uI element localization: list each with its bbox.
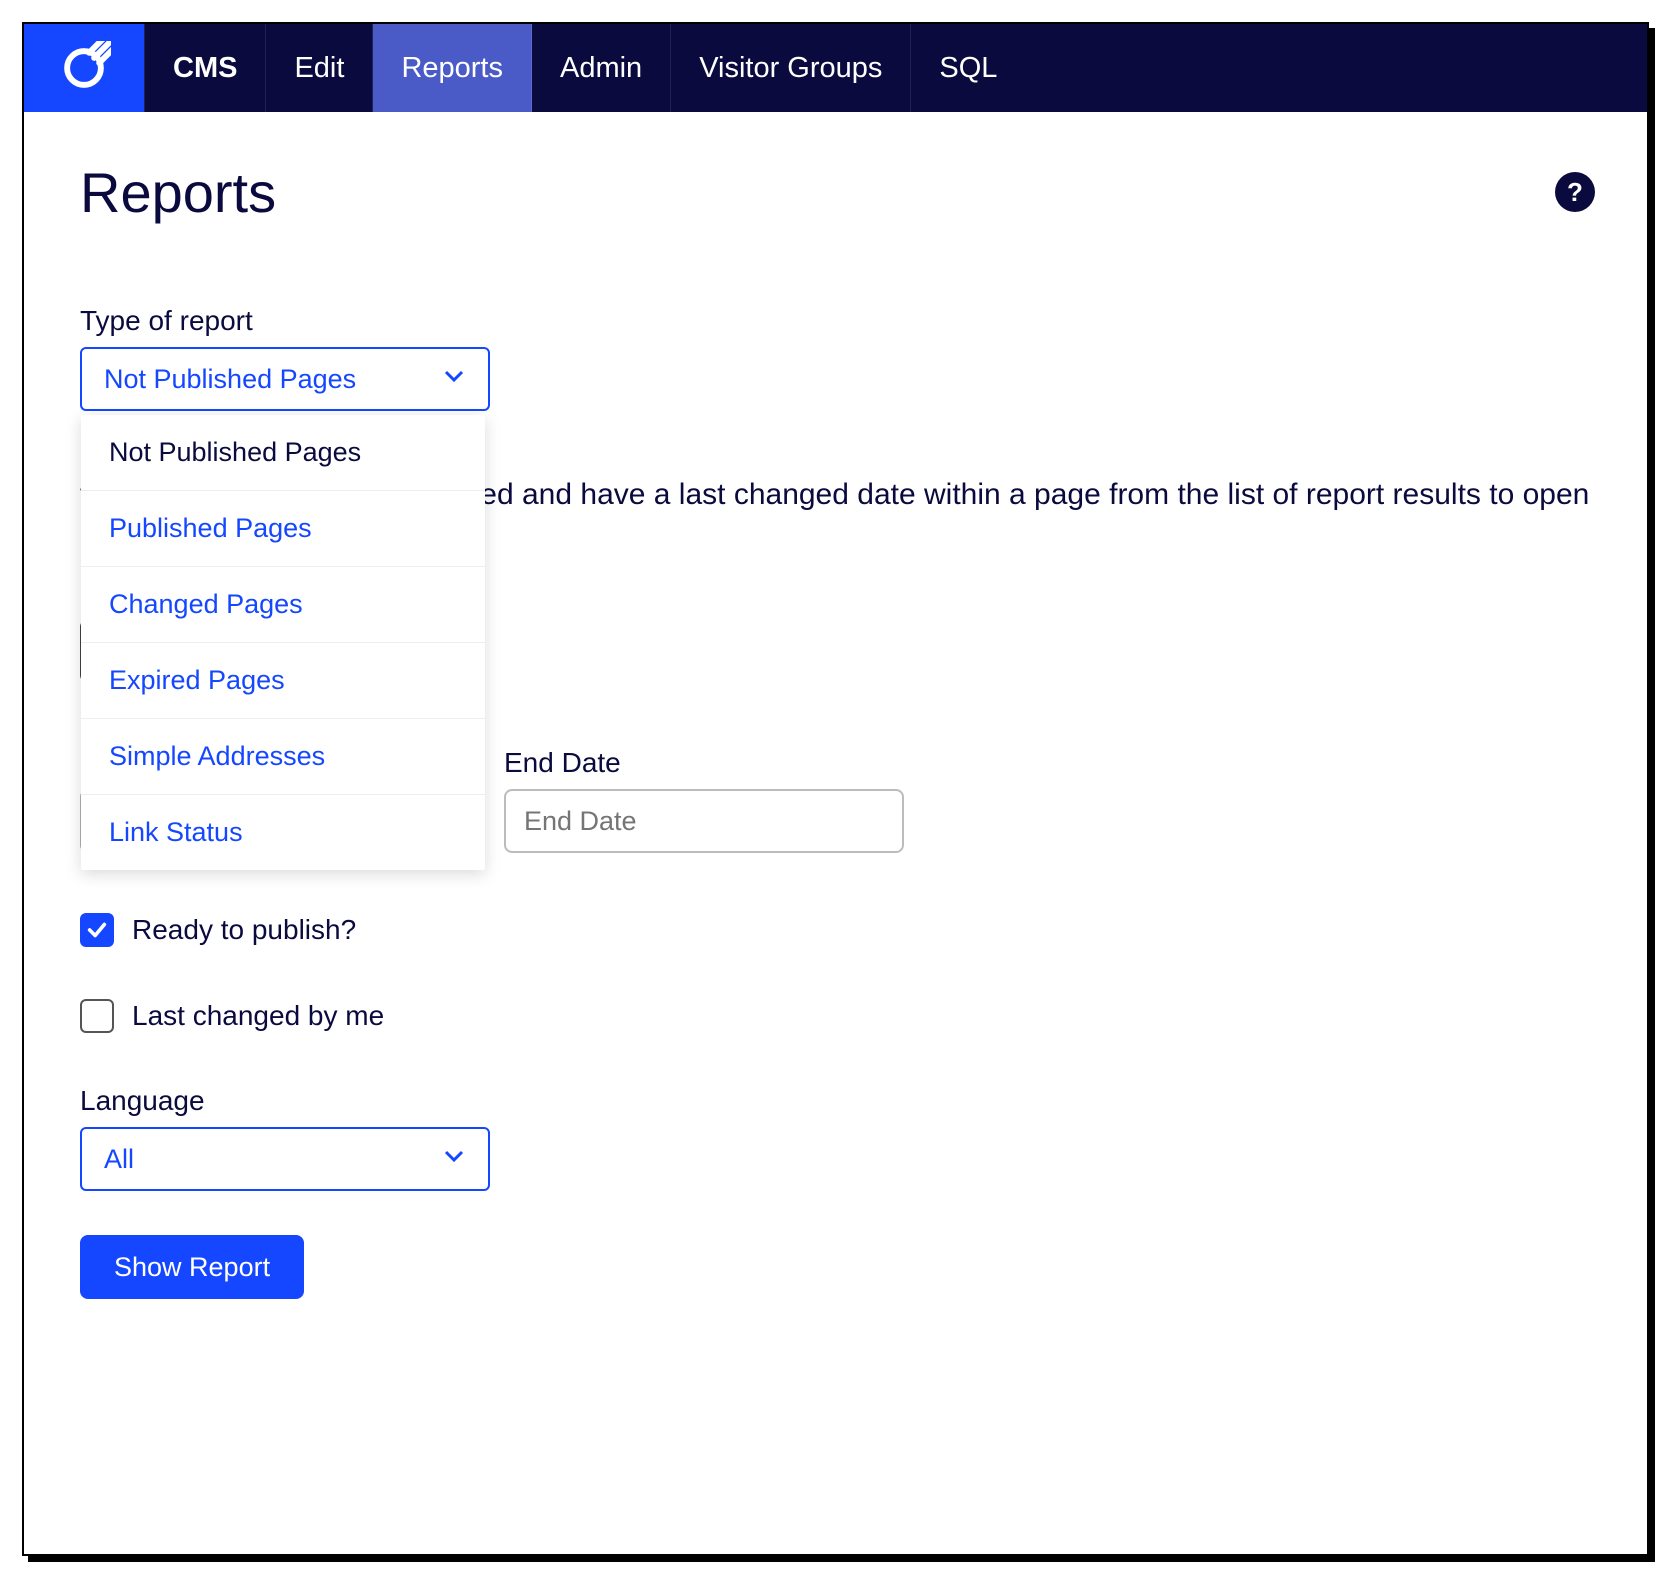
language-label: Language [80,1085,1591,1117]
nav-edit[interactable]: Edit [266,24,373,112]
show-report-button[interactable]: Show Report [80,1235,304,1299]
end-date-label: End Date [504,747,904,779]
language-selected: All [104,1144,134,1175]
help-icon[interactable]: ? [1555,172,1595,212]
dropdown-option[interactable]: Expired Pages [81,642,485,718]
end-date-input[interactable] [504,789,904,853]
ready-to-publish-row: Ready to publish? [80,913,1591,947]
brand-logo[interactable] [24,24,144,112]
changed-by-me-row: Last changed by me [80,999,1591,1033]
nav-cms[interactable]: CMS [144,24,266,112]
page-title: Reports [80,160,1591,225]
language-select[interactable]: All [80,1127,490,1191]
dropdown-option[interactable]: Published Pages [81,490,485,566]
ready-to-publish-checkbox[interactable] [80,913,114,947]
content-area: ? Reports Type of report Not Published P… [24,112,1647,1347]
changed-by-me-checkbox[interactable] [80,999,114,1033]
report-type-dropdown: Not Published Pages Published Pages Chan… [81,415,485,870]
nav-sql[interactable]: SQL [911,24,1025,112]
ready-to-publish-label: Ready to publish? [132,914,356,946]
top-nav: CMS Edit Reports Admin Visitor Groups SQ… [24,24,1647,112]
nav-reports[interactable]: Reports [373,24,532,112]
chevron-down-icon [442,364,466,395]
report-type-select[interactable]: Not Published Pages Not Published Pages … [80,347,490,411]
optimizely-logo-icon [57,41,111,95]
chevron-down-icon [442,1144,466,1175]
report-type-label: Type of report [80,305,1591,337]
checkmark-icon [86,919,108,941]
changed-by-me-label: Last changed by me [132,1000,384,1032]
dropdown-option[interactable]: Not Published Pages [81,415,485,490]
app-window: CMS Edit Reports Admin Visitor Groups SQ… [22,22,1649,1556]
dropdown-option[interactable]: Simple Addresses [81,718,485,794]
report-type-selected: Not Published Pages [104,364,356,395]
dropdown-option[interactable]: Changed Pages [81,566,485,642]
nav-visitor-groups[interactable]: Visitor Groups [671,24,911,112]
dropdown-option[interactable]: Link Status [81,794,485,870]
nav-admin[interactable]: Admin [532,24,671,112]
